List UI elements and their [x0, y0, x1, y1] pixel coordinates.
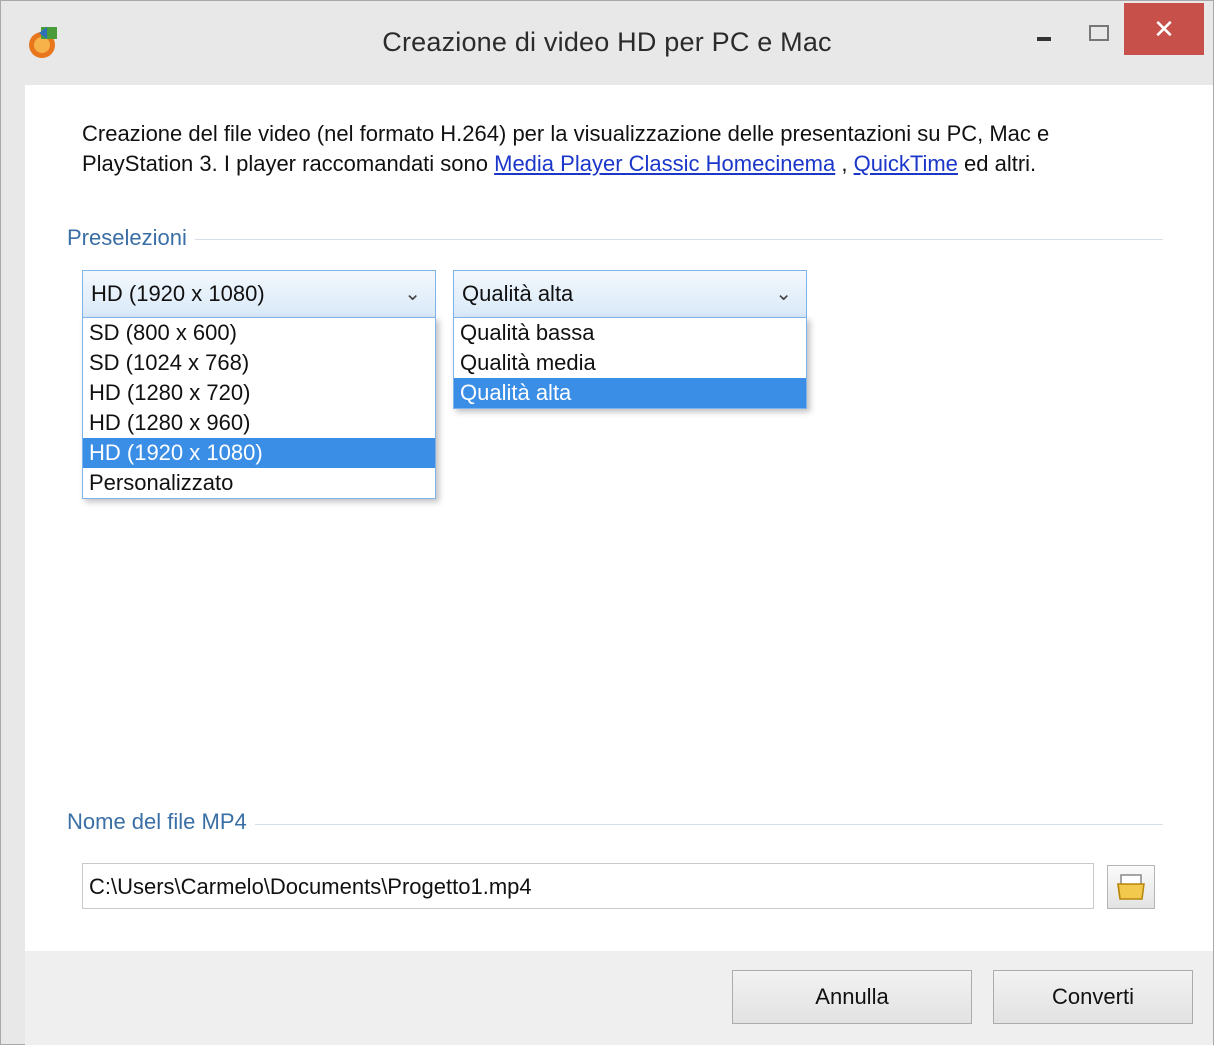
link-media-player-classic[interactable]: Media Player Classic Homecinema — [494, 151, 835, 176]
close-button[interactable]: ✕ — [1124, 3, 1204, 55]
resolution-option[interactable]: HD (1280 x 720) — [83, 378, 435, 408]
convert-button[interactable]: Converti — [993, 970, 1193, 1024]
close-icon: ✕ — [1153, 13, 1175, 44]
mp4-path-input[interactable]: C:\Users\Carmelo\Documents\Progetto1.mp4 — [82, 863, 1094, 909]
dialog-body: Creazione del file video (nel formato H.… — [25, 85, 1213, 951]
quality-combo[interactable]: Qualità alta ⌄ — [453, 270, 807, 318]
link-quicktime[interactable]: QuickTime — [854, 151, 958, 176]
resolution-option[interactable]: SD (800 x 600) — [83, 318, 435, 348]
quality-dropdown-list: Qualità bassa Qualità media Qualità alta — [453, 317, 807, 409]
resolution-option[interactable]: SD (1024 x 768) — [83, 348, 435, 378]
resolution-option[interactable]: Personalizzato — [83, 468, 435, 498]
dialog-window: Creazione di video HD per PC e Mac ✕ Cre… — [0, 0, 1214, 1045]
cancel-button[interactable]: Annulla — [732, 970, 972, 1024]
chevron-down-icon: ⌄ — [404, 283, 421, 305]
maximize-button[interactable] — [1079, 15, 1115, 49]
folder-open-icon — [1117, 874, 1145, 900]
description-outro: ed altri. — [957, 151, 1037, 176]
presets-divider — [67, 239, 1163, 240]
resolution-dropdown-list: SD (800 x 600) SD (1024 x 768) HD (1280 … — [82, 317, 436, 499]
chevron-down-icon: ⌄ — [775, 283, 792, 305]
title-bar: Creazione di video HD per PC e Mac ✕ — [1, 1, 1213, 85]
description-separator: , — [835, 151, 854, 176]
minimize-button[interactable] — [1029, 15, 1065, 49]
resolution-option[interactable]: HD (1280 x 960) — [83, 408, 435, 438]
quality-option-selected[interactable]: Qualità alta — [454, 378, 806, 408]
presets-group-label: Preselezioni — [67, 225, 195, 251]
quality-option[interactable]: Qualità media — [454, 348, 806, 378]
quality-option[interactable]: Qualità bassa — [454, 318, 806, 348]
resolution-selected: HD (1920 x 1080) — [91, 281, 265, 306]
description-text: Creazione del file video (nel formato H.… — [82, 119, 1142, 179]
quality-selected: Qualità alta — [462, 281, 574, 306]
resolution-option-selected[interactable]: HD (1920 x 1080) — [83, 438, 435, 468]
resolution-combo[interactable]: HD (1920 x 1080) ⌄ — [82, 270, 436, 318]
output-group-label: Nome del file MP4 — [67, 809, 255, 835]
browse-button[interactable] — [1107, 865, 1155, 909]
